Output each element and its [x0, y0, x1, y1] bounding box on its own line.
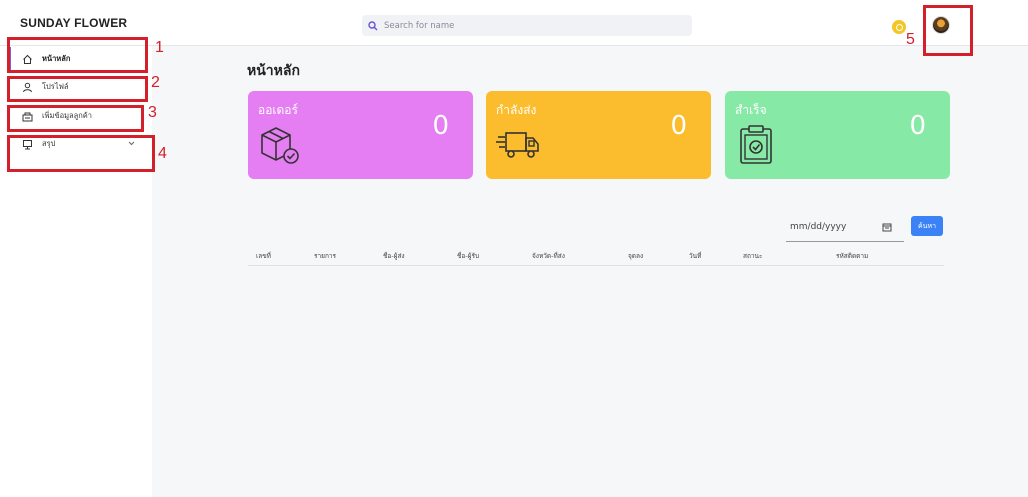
shipping-card[interactable]: กำลังส่ง 0 — [486, 91, 711, 179]
annotation-box-1 — [7, 37, 148, 73]
calendar-icon[interactable] — [882, 222, 892, 232]
column-header: วันที่ — [689, 252, 702, 260]
truck-icon — [496, 123, 540, 167]
annotation-number-2: 2 — [151, 74, 160, 91]
brand-logo[interactable]: SUNDAY FLOWER — [20, 16, 127, 30]
search-icon — [368, 20, 378, 31]
column-header: เลขที่ — [256, 252, 271, 260]
column-header: จุดลง — [628, 252, 644, 260]
table-header: เลขที่ รายการ ชื่อ-ผู้ส่ง ชื่อ-ผู้รับ จั… — [248, 246, 944, 266]
search-button[interactable]: ค้นหา — [911, 216, 943, 236]
annotation-box-3 — [7, 105, 144, 132]
column-header: ชื่อ-ผู้รับ — [457, 252, 480, 260]
completed-card[interactable]: สำเร็จ 0 — [725, 91, 950, 179]
orders-card[interactable]: ออเดอร์ 0 — [248, 91, 473, 179]
date-picker[interactable] — [786, 212, 904, 242]
search-box[interactable] — [362, 15, 692, 36]
annotation-number-3: 3 — [148, 104, 157, 121]
annotation-number-4: 4 — [158, 145, 167, 162]
card-value: 0 — [909, 111, 926, 141]
date-input[interactable] — [786, 221, 876, 232]
column-header: สถานะ — [743, 252, 763, 260]
package-icon — [258, 123, 302, 167]
annotation-number-5: 5 — [906, 31, 915, 48]
column-header: รายการ — [314, 252, 337, 260]
column-header: รหัสติดตาม — [836, 252, 869, 260]
card-label: กำลังส่ง — [496, 103, 537, 117]
annotation-box-5 — [923, 5, 973, 56]
card-value: 0 — [670, 111, 687, 141]
column-header: ชื่อ-ผู้ส่ง — [383, 252, 405, 260]
page-title: หน้าหลัก — [247, 63, 300, 79]
card-label: สำเร็จ — [735, 103, 767, 117]
search-input[interactable] — [384, 20, 674, 31]
annotation-box-4 — [7, 135, 155, 172]
annotation-number-1: 1 — [155, 39, 164, 56]
card-label: ออเดอร์ — [258, 103, 298, 117]
theme-toggle-icon[interactable] — [892, 20, 906, 34]
card-value: 0 — [432, 111, 449, 141]
column-header: จังหวัด-ที่ส่ง — [532, 252, 565, 260]
annotation-box-2 — [7, 76, 148, 102]
clipboard-check-icon — [735, 123, 779, 167]
main-content: หน้าหลัก ออเดอร์ 0 กำลังส่ง 0 สำเร็จ 0 m… — [152, 46, 1028, 497]
